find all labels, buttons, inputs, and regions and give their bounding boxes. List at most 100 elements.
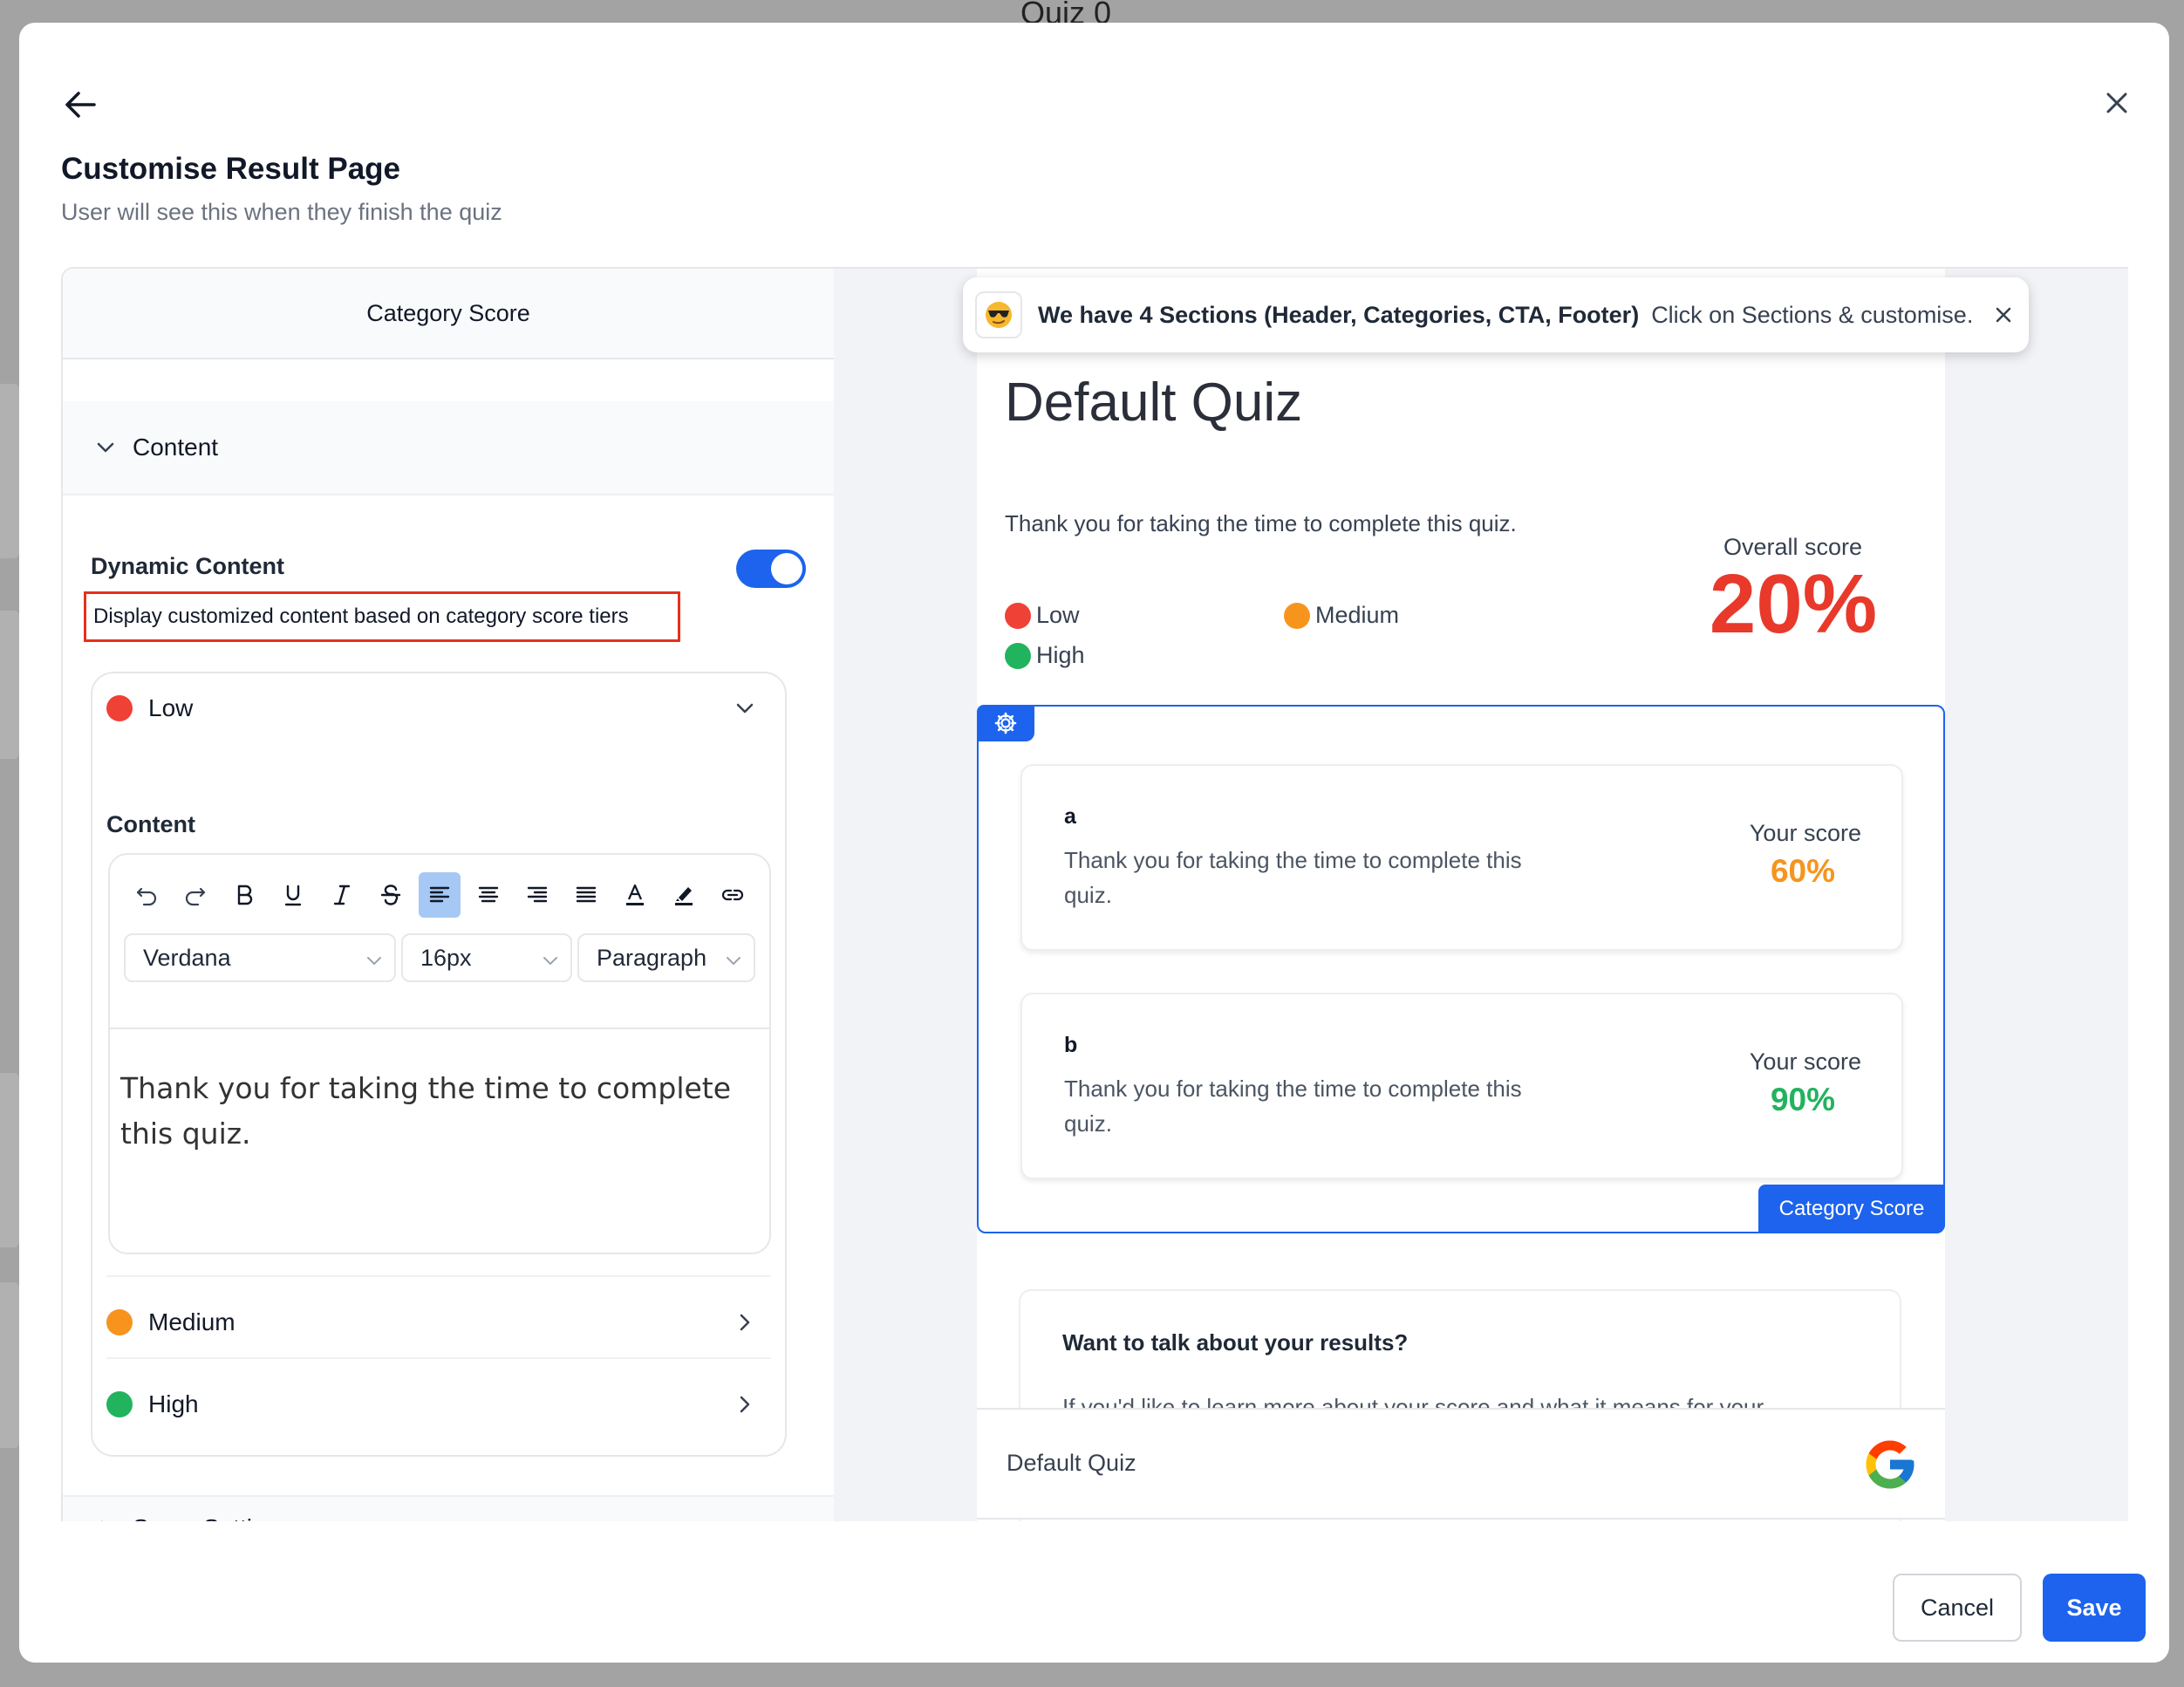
your-score-label: Your score — [1749, 1048, 1861, 1075]
font-size-select[interactable]: 16px — [401, 933, 572, 982]
sunglasses-emoji-icon — [975, 291, 1022, 338]
dynamic-content-label: Dynamic Content — [91, 553, 285, 579]
footer-section[interactable]: Default Quiz — [977, 1408, 1945, 1520]
redo-icon[interactable] — [174, 872, 216, 918]
chevron-down-icon — [736, 703, 754, 714]
background-edge — [0, 1073, 19, 1247]
tier-list: Low Content Verdana 16px Paragraph Thank… — [91, 672, 787, 1457]
tier-low-header[interactable]: Low — [106, 673, 771, 743]
your-score-label: Your score — [1749, 820, 1861, 846]
align-center-icon[interactable] — [468, 872, 509, 918]
editor-content[interactable]: Thank you for taking the time to complet… — [120, 1066, 748, 1157]
undo-icon[interactable] — [126, 872, 167, 918]
section-settings-button[interactable] — [977, 705, 1034, 741]
content-label: Content — [106, 811, 195, 837]
text-color-icon[interactable] — [614, 872, 656, 918]
banner-title: We have 4 Sections (Header, Categories, … — [1038, 301, 1640, 328]
bold-icon[interactable] — [223, 872, 265, 918]
settings-panel: Category Score Content Dynamic Content D… — [61, 267, 834, 1521]
chevron-down-icon — [367, 957, 381, 966]
editor-divider — [110, 1028, 769, 1029]
save-button[interactable]: Save — [2043, 1574, 2146, 1642]
tier-medium-header[interactable]: Medium — [106, 1287, 771, 1357]
result-page-preview: We have 4 Sections (Header, Categories, … — [834, 267, 2128, 1521]
red-dot-icon — [1005, 602, 1031, 629]
editor-toolbar — [126, 872, 754, 918]
background-edge — [0, 611, 19, 759]
content-accordion-header[interactable]: Content — [63, 401, 834, 495]
orange-dot-icon — [106, 1309, 133, 1335]
dynamic-content-description: Display customized content based on cate… — [84, 591, 680, 642]
quiz-title[interactable]: Default Quiz — [1005, 372, 1302, 434]
chevron-right-icon — [740, 1314, 750, 1331]
footer-text: Default Quiz — [1007, 1450, 1136, 1476]
cancel-button[interactable]: Cancel — [1893, 1574, 2022, 1642]
align-justify-icon[interactable] — [565, 872, 607, 918]
legend-low: Low — [1005, 602, 1080, 629]
tier-high-header[interactable]: High — [106, 1369, 771, 1439]
category-score-section-tab[interactable]: Category Score — [1758, 1185, 1945, 1233]
legend-label: High — [1036, 642, 1085, 668]
strikethrough-icon[interactable] — [370, 872, 412, 918]
tier-label: High — [148, 1390, 199, 1417]
banner-text: Click on Sections & customise. — [1651, 301, 1974, 328]
sections-info-banner: We have 4 Sections (Header, Categories, … — [963, 277, 2029, 352]
tier-label: Medium — [148, 1308, 235, 1335]
divider — [106, 1275, 771, 1277]
accordion-label: Content — [133, 434, 219, 461]
rich-text-editor: Verdana 16px Paragraph Thank you for tak… — [108, 853, 771, 1254]
header-description: Thank you for taking the time to complet… — [1005, 510, 1517, 536]
score-settings-accordion-header[interactable]: Score Settings — [63, 1495, 834, 1521]
orange-dot-icon — [1284, 602, 1310, 629]
background-edge — [0, 384, 19, 558]
dynamic-content-toggle[interactable] — [736, 550, 806, 588]
red-dot-icon — [106, 695, 133, 721]
gear-icon — [994, 712, 1017, 734]
chevron-down-icon — [97, 442, 114, 453]
chevron-down-icon — [543, 957, 557, 966]
background-edge — [0, 1282, 19, 1448]
align-right-icon[interactable] — [516, 872, 558, 918]
category-score-section[interactable]: a Thank you for taking the time to compl… — [977, 705, 1945, 1233]
font-family-value: Verdana — [143, 944, 231, 971]
legend-high: High — [1005, 642, 1085, 669]
font-size-value: 16px — [420, 944, 472, 971]
legend-medium: Medium — [1284, 602, 1399, 629]
category-name: b — [1064, 1033, 1078, 1057]
block-type-select[interactable]: Paragraph — [577, 933, 755, 982]
result-page-card: Default Quiz Thank you for taking the ti… — [977, 269, 1945, 1521]
modal-subtitle: User will see this when they finish the … — [61, 199, 502, 225]
highlight-icon[interactable] — [663, 872, 705, 918]
divider — [106, 1357, 771, 1359]
green-dot-icon — [106, 1391, 133, 1417]
modal-title: Customise Result Page — [61, 152, 400, 186]
legend-label: Medium — [1315, 602, 1400, 628]
chevron-right-icon — [740, 1396, 750, 1413]
chevron-down-icon — [727, 957, 741, 966]
italic-icon[interactable] — [321, 872, 363, 918]
back-arrow-icon[interactable] — [59, 84, 101, 126]
align-left-icon[interactable] — [419, 872, 461, 918]
underline-icon[interactable] — [272, 872, 314, 918]
category-name: a — [1064, 804, 1076, 829]
category-score-value: 90% — [1770, 1082, 1835, 1117]
google-icon — [1866, 1440, 1914, 1489]
accordion-label: Score Settings — [133, 1514, 291, 1521]
category-description: Thank you for taking the time to complet… — [1064, 847, 1522, 908]
chevron-right-icon — [101, 1520, 103, 1521]
category-description: Thank you for taking the time to complet… — [1064, 1076, 1522, 1137]
link-icon[interactable] — [712, 872, 754, 918]
tier-label: Low — [148, 694, 194, 721]
block-type-value: Paragraph — [597, 944, 707, 971]
category-card: b Thank you for taking the time to compl… — [1020, 993, 1903, 1179]
cta-title: Want to talk about your results? — [1062, 1329, 1409, 1356]
toggle-knob — [771, 553, 802, 584]
overall-score-value: 20% — [1709, 557, 1878, 651]
category-card: a Thank you for taking the time to compl… — [1020, 764, 1903, 951]
close-icon[interactable] — [2099, 85, 2134, 120]
green-dot-icon — [1005, 642, 1031, 669]
customise-result-modal: Customise Result Page User will see this… — [19, 23, 2169, 1663]
legend-label: Low — [1036, 602, 1080, 628]
close-icon[interactable] — [1992, 304, 2015, 326]
font-family-select[interactable]: Verdana — [124, 933, 396, 982]
